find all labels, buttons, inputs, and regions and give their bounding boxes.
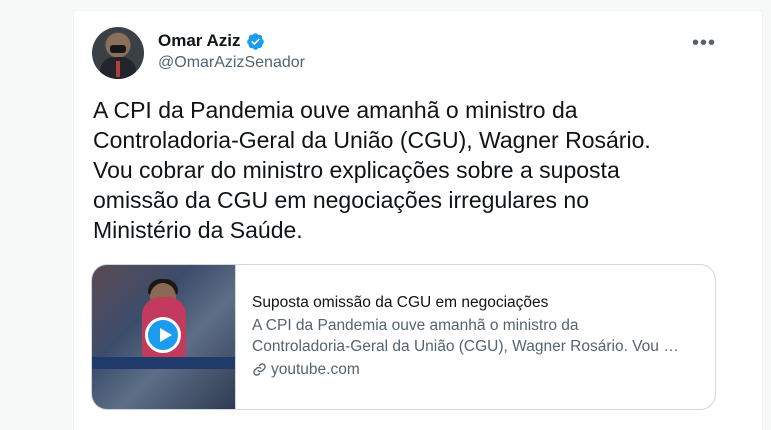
author-handle[interactable]: @OmarAzizSenador	[158, 54, 305, 72]
link-card-description-line1: A CPI da Pandemia ouve amanhã o ministro…	[252, 317, 579, 334]
video-thumbnail[interactable]	[92, 265, 236, 409]
more-options-icon[interactable]: •••	[692, 33, 716, 53]
link-card-title: Suposta omissão da CGU em negociações	[252, 294, 549, 311]
link-card-description-line2: Controladoria-Geral da União (CGU), Wagn…	[252, 338, 679, 355]
link-card-description: A CPI da Pandemia ouve amanhã o ministro…	[252, 315, 702, 357]
author-avatar[interactable]	[92, 27, 144, 79]
play-icon[interactable]	[145, 317, 181, 353]
link-preview-card[interactable]: Suposta omissão da CGU em negociações A …	[91, 264, 716, 410]
link-icon	[253, 363, 266, 376]
tweet-card[interactable]: Omar Aziz @OmarAzizSenador ••• A CPI da …	[73, 10, 763, 430]
link-card-domain-row: youtube.com	[252, 359, 702, 380]
author-name-row[interactable]: Omar Aziz	[158, 31, 265, 51]
link-card-domain: youtube.com	[271, 361, 360, 378]
link-card-body[interactable]: Suposta omissão da CGU em negociações A …	[236, 265, 702, 409]
verified-badge-icon	[246, 32, 264, 50]
tweet-text: A CPI da Pandemia ouve amanhã o ministro…	[93, 97, 651, 243]
author-display-name[interactable]: Omar Aziz	[158, 31, 241, 51]
